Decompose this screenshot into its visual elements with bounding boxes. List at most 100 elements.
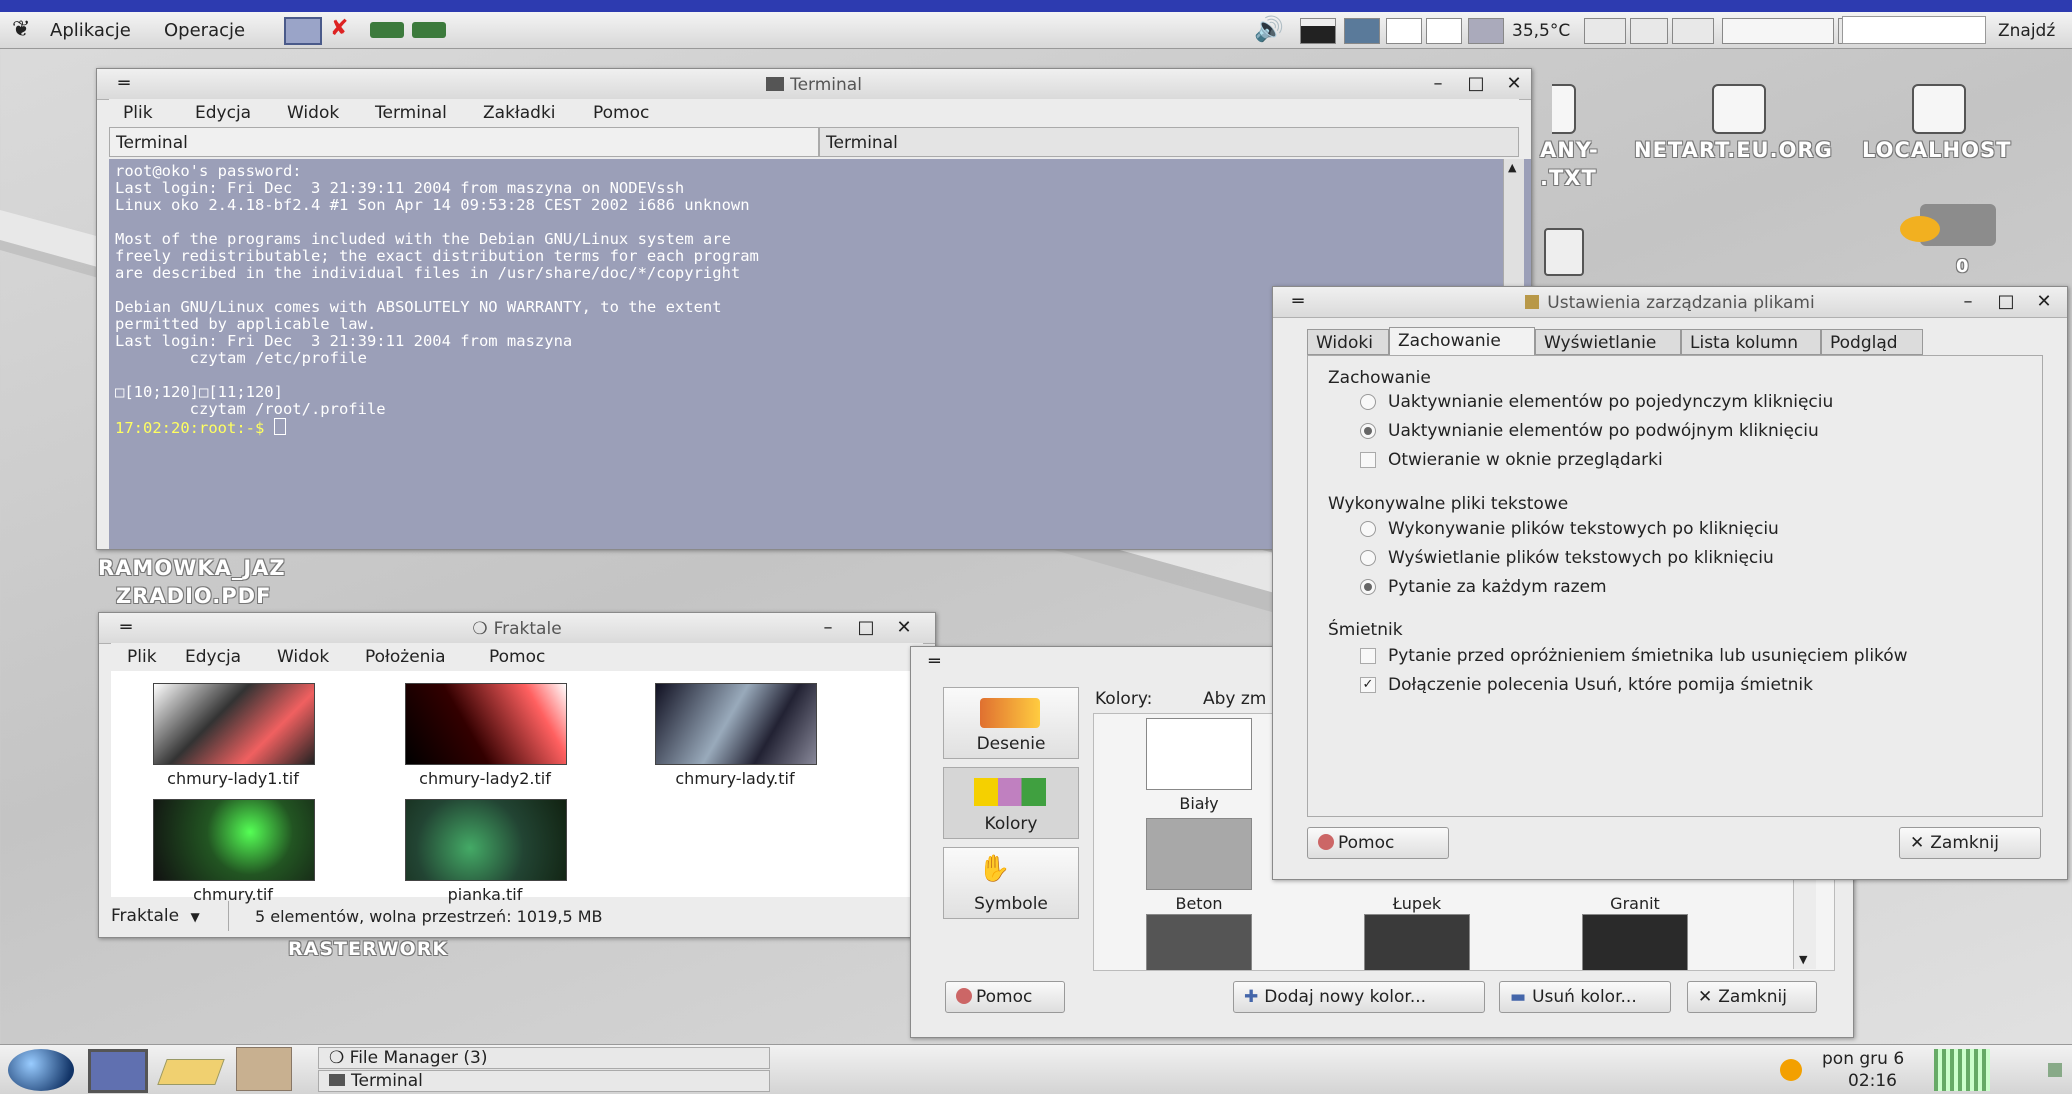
label-delete-cmd[interactable]: Dołączenie polecenia Usuń, które pomija … [1388,675,1813,695]
thumbnail-chmury-lady2[interactable] [405,683,567,765]
menu-plik[interactable]: Plik [127,647,157,667]
menu-terminal[interactable]: Terminal [375,103,447,123]
minimize-button[interactable]: – [817,617,839,639]
desktop-label-zero[interactable]: 0 [1956,256,1970,277]
close-button[interactable]: ✕ [2033,291,2055,313]
file-icon-view[interactable]: chmury-lady1.tif chmury-lady2.tif chmury… [111,671,921,904]
tab-lista-kolumn[interactable]: Lista kolumn [1681,329,1821,355]
desktop-label-ramowka-line1[interactable]: RAMOWKA_JAZ [98,556,286,580]
pager-cell-2[interactable] [1672,18,1714,44]
cpu-monitor-icon[interactable] [1300,18,1336,44]
terminal-launcher-icon[interactable] [88,1049,148,1093]
checkbox-browser-window[interactable] [1360,452,1376,468]
radio-run-exec[interactable] [1360,521,1376,537]
maximize-button[interactable]: □ [1995,291,2017,313]
menu-widok[interactable]: Widok [277,647,329,667]
desktop-label-any-line1[interactable]: ANY- [1540,138,1599,162]
label-double-click[interactable]: Uaktywnianie elementów po podwójnym klik… [1388,421,1819,441]
network-card-icon-2[interactable] [412,22,446,38]
maximize-button[interactable]: □ [1465,73,1487,95]
menu-zakladki[interactable]: Zakładki [483,103,556,123]
label-browser-window[interactable]: Otwieranie w oknie przeglądarki [1388,450,1663,470]
remove-color-button[interactable]: ▬ Usuń kolor... [1499,981,1671,1013]
tab-zachowanie[interactable]: Zachowanie [1389,327,1535,355]
prefs-titlebar[interactable]: ═ Ustawienia zarządzania plikami – □ ✕ [1273,287,2067,318]
desktop-label-any-line2[interactable]: .TXT [1540,166,1597,190]
workspace-1[interactable] [1386,18,1422,44]
taskbar-item-terminal[interactable]: Terminal [318,1070,770,1092]
file-label[interactable]: chmury-lady2.tif [365,769,605,788]
clock-day[interactable]: pon gru 6 [1822,1049,1904,1069]
fraktale-titlebar[interactable]: ═ ❍ Fraktale – □ ✕ [99,613,935,644]
file-label[interactable]: pianka.tif [365,885,605,904]
thumbnail-chmury-lady[interactable] [655,683,817,765]
network-disconnected-icon[interactable]: ✘ [330,16,348,41]
desktop-label-ramowka-line2[interactable]: ZRADIO.PDF [116,584,271,608]
swatch-bialy[interactable] [1146,718,1252,790]
sidebar-symbole[interactable]: ✋ Symbole [943,847,1079,919]
terminal-titlebar[interactable]: ═ Terminal – □ ✕ [97,69,1531,100]
editor-launcher-icon[interactable] [236,1047,292,1091]
network-card-icon[interactable] [370,22,404,38]
operations-menu[interactable]: Operacje [164,20,245,41]
radio-double-click[interactable] [1360,423,1376,439]
file-icon-netart[interactable] [1712,84,1766,134]
swatch-lupek[interactable] [1364,914,1470,970]
sidebar-desenie[interactable]: Desenie [943,687,1079,759]
menu-polozenia[interactable]: Położenia [365,647,446,667]
swatch-scrollbar[interactable]: ▼ [1793,873,1816,969]
folder-launcher-icon[interactable] [157,1059,225,1085]
search-field[interactable] [1842,16,1986,44]
clock-time[interactable]: 02:16 [1848,1071,1897,1091]
tab-podglad[interactable]: Podgląd [1821,329,1923,355]
minimize-button[interactable]: – [1957,291,1979,313]
swatch-concrete-dark[interactable] [1146,914,1252,970]
label-run-exec[interactable]: Wykonywanie plików tekstowych po kliknię… [1388,519,1779,539]
terminal-tab-2[interactable]: Terminal [819,127,1519,157]
menu-pomoc[interactable]: Pomoc [489,647,545,667]
thumbnail-chmury[interactable] [153,799,315,881]
desktop-label-rasterwork[interactable]: RASTERWORK [288,938,448,960]
window-menu-icon[interactable]: ═ [929,651,940,672]
menu-plik[interactable]: Plik [123,103,153,123]
swatch-granit[interactable] [1582,914,1688,970]
add-color-button[interactable]: ✚ Dodaj nowy kolor... [1233,981,1485,1013]
prefs-close-button[interactable]: ✕ Zamknij [1899,827,2041,859]
memory-monitor-icon[interactable] [1344,18,1380,44]
desktop-label-netart[interactable]: NETART.EU.ORG [1634,138,1833,162]
home-folder-icon[interactable] [1900,200,2000,248]
label-single-click[interactable]: Uaktywnianie elementów po pojedynczym kl… [1388,392,1833,412]
label-ask-exec[interactable]: Pytanie za każdym razem [1388,577,1607,597]
tray-corner-icon[interactable] [2048,1063,2062,1077]
location-dropdown[interactable]: Fraktale ▼ [111,901,229,931]
desktop-label-localhost[interactable]: LOCALHOST [1862,138,2011,162]
swatch-beton[interactable] [1146,818,1252,890]
menu-edycja[interactable]: Edycja [185,647,241,667]
file-icon-any[interactable] [1552,84,1576,134]
volume-icon[interactable]: 🔊 [1254,15,1284,43]
file-label[interactable]: chmury-lady1.tif [113,769,353,788]
show-desktop-icon[interactable] [284,17,322,45]
scroll-down-icon[interactable]: ▼ [1799,953,1807,966]
maximize-button[interactable]: □ [855,617,877,639]
close-button[interactable]: ✕ [1503,73,1525,95]
taskbar-item-file-manager[interactable]: ❍ File Manager (3) [318,1047,770,1069]
file-icon-localhost[interactable] [1912,84,1966,134]
scroll-up-icon[interactable]: ▲ [1508,161,1516,174]
terminal-tab-1[interactable]: Terminal [109,127,819,157]
workspace-3[interactable] [1468,18,1504,44]
pager-cell-3[interactable] [1722,18,1834,44]
close-dialog-button[interactable]: ✕ Zamknij [1687,981,1817,1013]
document-icon-small[interactable] [1544,228,1584,276]
label-ask-trash[interactable]: Pytanie przed opróżnieniem śmietnika lub… [1388,646,1908,666]
label-show-exec[interactable]: Wyświetlanie plików tekstowych po klikni… [1388,548,1774,568]
prefs-help-button[interactable]: Pomoc [1307,827,1449,859]
workspace-2[interactable] [1426,18,1462,44]
thumbnail-pianka[interactable] [405,799,567,881]
radio-single-click[interactable] [1360,394,1376,410]
menu-widok[interactable]: Widok [287,103,339,123]
notification-icon[interactable] [1780,1059,1802,1081]
applications-menu[interactable]: Aplikacje [50,20,131,41]
minimize-button[interactable]: – [1427,73,1449,95]
sidebar-kolory[interactable]: Kolory [943,767,1079,839]
